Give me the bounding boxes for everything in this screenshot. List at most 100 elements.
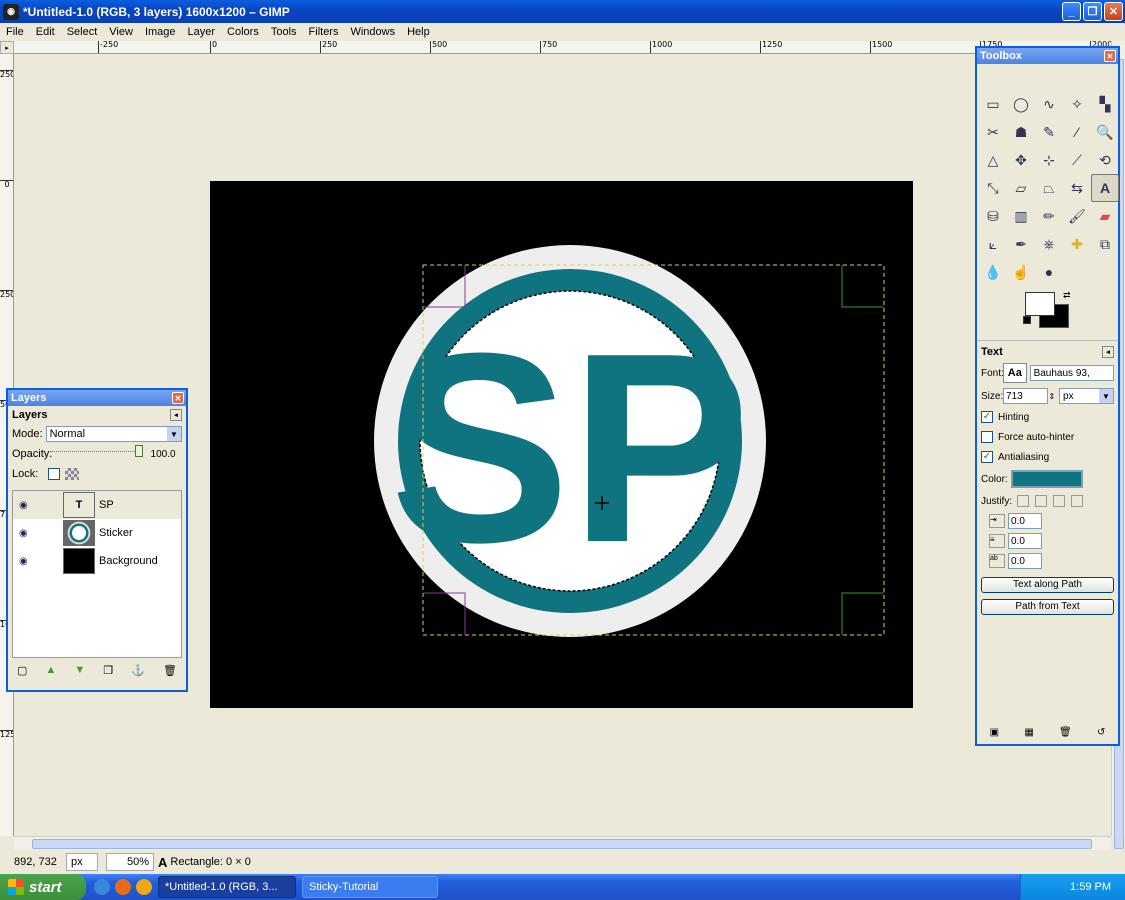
ellipse-select-icon[interactable]: ◯ xyxy=(1007,90,1035,118)
size-spin-icon[interactable]: ⇕ xyxy=(1048,392,1056,401)
delete-options-icon[interactable]: 🗑 xyxy=(1059,727,1072,738)
foreground-select-icon[interactable]: ☗ xyxy=(1007,118,1035,146)
path-from-text-button[interactable]: Path from Text xyxy=(981,599,1114,615)
dodge-burn-icon[interactable]: ● xyxy=(1035,258,1063,286)
lock-alpha-icon[interactable] xyxy=(65,468,79,480)
text-color-button[interactable] xyxy=(1011,470,1083,488)
duplicate-layer-icon[interactable]: ❐ xyxy=(103,664,113,677)
ie-icon[interactable] xyxy=(94,879,110,895)
menu-image[interactable]: Image xyxy=(139,26,182,38)
free-select-icon[interactable]: ∿ xyxy=(1035,90,1063,118)
text-along-path-button[interactable]: Text along Path xyxy=(981,577,1114,593)
menu-layer[interactable]: Layer xyxy=(182,26,222,38)
opacity-slider[interactable] xyxy=(50,445,143,457)
unit-menu[interactable]: px xyxy=(66,853,98,871)
close-button[interactable]: ✕ xyxy=(1104,2,1123,21)
swap-colors-icon[interactable]: ⇄ xyxy=(1063,290,1071,301)
pencil-icon[interactable]: ✏ xyxy=(1035,202,1063,230)
scissors-icon[interactable]: ✂ xyxy=(979,118,1007,146)
save-options-icon[interactable]: ▣ xyxy=(990,727,999,738)
menu-windows[interactable]: Windows xyxy=(344,26,401,38)
font-preview-button[interactable]: Aa xyxy=(1003,363,1027,383)
eraser-icon[interactable]: ▰ xyxy=(1091,202,1119,230)
mode-select[interactable]: Normal ▼ xyxy=(45,426,182,442)
delete-layer-icon[interactable]: 🗑 xyxy=(163,664,177,677)
justify-left-icon[interactable] xyxy=(1017,495,1029,507)
hinting-checkbox[interactable]: ✓ xyxy=(981,411,993,423)
tab-menu-icon[interactable]: ◂ xyxy=(1102,346,1114,358)
antialiasing-checkbox[interactable]: ✓ xyxy=(981,451,993,463)
smudge-icon[interactable]: ☝ xyxy=(1007,258,1035,286)
blur-icon[interactable]: 💧 xyxy=(979,258,1007,286)
menu-file[interactable]: File xyxy=(0,26,30,38)
zoom-icon[interactable]: 🔍 xyxy=(1091,118,1119,146)
zoom-combo[interactable]: 50% xyxy=(106,853,154,871)
autohinter-checkbox[interactable] xyxy=(981,431,993,443)
menu-view[interactable]: View xyxy=(103,26,139,38)
chevron-down-icon[interactable]: ▼ xyxy=(1099,389,1113,403)
restore-options-icon[interactable]: ▦ xyxy=(1024,727,1033,738)
clone-icon[interactable]: ⎈ xyxy=(1035,230,1063,258)
minimize-button[interactable]: _ xyxy=(1062,2,1081,21)
layer-row[interactable]: ◉ T SP xyxy=(13,491,181,519)
rect-select-icon[interactable]: ▭ xyxy=(979,90,1007,118)
blend-icon[interactable]: ▥ xyxy=(1007,202,1035,230)
reset-options-icon[interactable]: ↺ xyxy=(1097,727,1105,738)
firefox-icon[interactable] xyxy=(115,879,131,895)
justify-right-icon[interactable] xyxy=(1035,495,1047,507)
menu-tools[interactable]: Tools xyxy=(265,26,303,38)
start-button[interactable]: start xyxy=(0,874,86,900)
media-player-icon[interactable] xyxy=(136,879,152,895)
perspective-icon[interactable]: ⏢ xyxy=(1035,174,1063,202)
taskbar-item-gimp[interactable]: *Untitled-1.0 (RGB, 3... xyxy=(158,876,296,898)
letter-spacing-input[interactable]: 0.0 xyxy=(1008,553,1042,569)
justify-fill-icon[interactable] xyxy=(1071,495,1083,507)
measure-icon[interactable]: △ xyxy=(979,146,1007,174)
color-select-icon[interactable]: ▚ xyxy=(1091,90,1119,118)
scale-icon[interactable]: ⤡ xyxy=(979,174,1007,202)
menu-colors[interactable]: Colors xyxy=(221,26,265,38)
maximize-button[interactable]: ❐ xyxy=(1083,2,1102,21)
menu-select[interactable]: Select xyxy=(61,26,104,38)
size-input[interactable]: 713 xyxy=(1003,388,1049,404)
align-icon[interactable]: ⊹ xyxy=(1035,146,1063,174)
lock-pixels-checkbox[interactable] xyxy=(48,468,60,480)
horizontal-scroll-thumb[interactable] xyxy=(32,839,1092,849)
lower-layer-icon[interactable]: ▼ xyxy=(74,664,85,677)
shear-icon[interactable]: ▱ xyxy=(1007,174,1035,202)
layers-dock-title[interactable]: Layers ✕ xyxy=(8,390,186,406)
line-spacing-input[interactable]: 0.0 xyxy=(1008,533,1042,549)
eye-icon[interactable]: ◉ xyxy=(19,528,39,539)
handle-bottom-right[interactable] xyxy=(841,592,884,635)
layer-row[interactable]: ◉ Sticker xyxy=(13,519,181,547)
close-icon[interactable]: ✕ xyxy=(172,392,184,404)
airbrush-icon[interactable]: ⟀ xyxy=(979,230,1007,258)
new-layer-icon[interactable]: ▢ xyxy=(17,664,27,677)
eye-icon[interactable]: ◉ xyxy=(19,556,39,567)
foreground-color[interactable] xyxy=(1025,292,1055,316)
fuzzy-select-icon[interactable]: ✧ xyxy=(1063,90,1091,118)
paths-icon[interactable]: ✎ xyxy=(1035,118,1063,146)
rotate-icon[interactable]: ⟲ xyxy=(1091,146,1119,174)
crop-icon[interactable]: ⟋ xyxy=(1063,146,1091,174)
text-tool-icon[interactable]: A xyxy=(1091,174,1119,202)
eye-icon[interactable]: ◉ xyxy=(19,500,39,511)
layer-row[interactable]: ◉ Background xyxy=(13,547,181,575)
ink-icon[interactable]: ✒ xyxy=(1007,230,1035,258)
justify-center-icon[interactable] xyxy=(1053,495,1065,507)
color-picker-icon[interactable]: ⁄ xyxy=(1063,118,1091,146)
unit-select[interactable]: px ▼ xyxy=(1059,388,1114,404)
menu-filters[interactable]: Filters xyxy=(303,26,345,38)
horizontal-scrollbar[interactable] xyxy=(14,836,1111,850)
toolbox-title-bar[interactable]: Toolbox ✕ xyxy=(977,48,1118,64)
opacity-value[interactable]: 100.0 xyxy=(149,446,182,462)
bucket-fill-icon[interactable]: ⛁ xyxy=(979,202,1007,230)
handle-top-right[interactable] xyxy=(841,265,884,308)
paintbrush-icon[interactable]: 🖌 xyxy=(1063,202,1091,230)
chevron-down-icon[interactable]: ▼ xyxy=(167,427,181,441)
menu-edit[interactable]: Edit xyxy=(30,26,61,38)
menu-help[interactable]: Help xyxy=(401,26,436,38)
default-colors-icon[interactable] xyxy=(1023,316,1031,324)
font-input[interactable]: Bauhaus 93, xyxy=(1029,365,1114,381)
close-icon[interactable]: ✕ xyxy=(1104,50,1116,62)
